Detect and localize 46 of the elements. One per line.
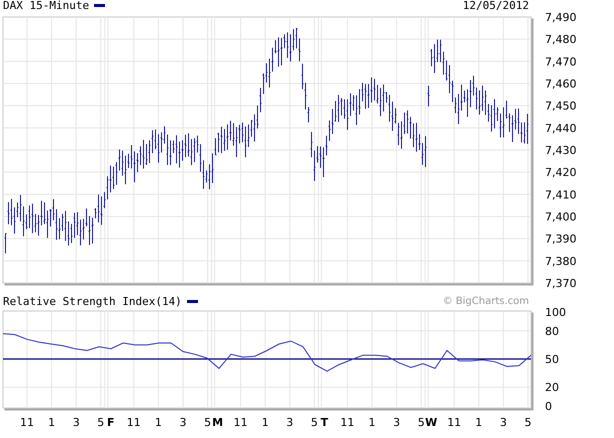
axis-label: 1 xyxy=(368,416,376,429)
axis-label: F xyxy=(107,416,115,429)
axis-label: 7,380 xyxy=(545,254,576,268)
axis-label: 7,440 xyxy=(545,122,576,135)
chart-date: 12/05/2012 xyxy=(462,0,529,12)
chart-title: DAX 15-Minute xyxy=(3,0,90,12)
axis-label: 5 xyxy=(204,416,212,429)
axis-label: 7,410 xyxy=(545,188,576,202)
axis-label: 1 xyxy=(154,416,162,429)
axis-label: 5 xyxy=(524,416,532,429)
axis-label: 5 xyxy=(310,416,318,429)
axis-label: 7,450 xyxy=(545,100,576,113)
axis-label: M xyxy=(212,416,224,429)
axis-label: 11 xyxy=(447,416,462,429)
axis-label: 7,470 xyxy=(545,55,576,68)
axis-label: 7,480 xyxy=(545,33,576,46)
axis-label: 3 xyxy=(72,416,80,429)
axis-label: 1 xyxy=(475,416,482,429)
axis-label: 1 xyxy=(262,416,269,429)
axis-label: 7,460 xyxy=(545,78,576,90)
axis-label: 3 xyxy=(500,416,507,429)
axis-label: 7,390 xyxy=(545,232,576,246)
axis-label: 7,430 xyxy=(545,144,576,157)
axis-label: W xyxy=(425,416,438,429)
axis-label: 0 xyxy=(545,400,552,413)
axis-label: 3 xyxy=(393,416,400,429)
axis-label: 3 xyxy=(180,416,186,429)
axis-label: 50 xyxy=(545,353,559,366)
axis-label: 80 xyxy=(545,324,559,338)
axis-label: 5 xyxy=(97,416,104,429)
axis-label: 11 xyxy=(234,416,248,429)
axis-label: 100 xyxy=(545,308,566,319)
axis-label: 1 xyxy=(48,416,56,429)
credit-text: © BigCharts.com xyxy=(442,295,529,308)
axis-label: 11 xyxy=(126,416,141,429)
axis-label: 7,370 xyxy=(545,277,576,290)
axis-label: 20 xyxy=(545,381,559,394)
axis-label: T xyxy=(320,416,328,429)
axis-label: 7,420 xyxy=(545,166,576,180)
indicator-title: Relative Strength Index(14) xyxy=(3,295,182,308)
axis-label: 11 xyxy=(340,416,354,429)
axis-label: 3 xyxy=(286,416,294,429)
axis-label: 5 xyxy=(418,416,425,429)
axis-label: 7,400 xyxy=(545,210,576,224)
axis-label: 7,490 xyxy=(545,11,576,24)
axis-label: 11 xyxy=(20,416,34,429)
